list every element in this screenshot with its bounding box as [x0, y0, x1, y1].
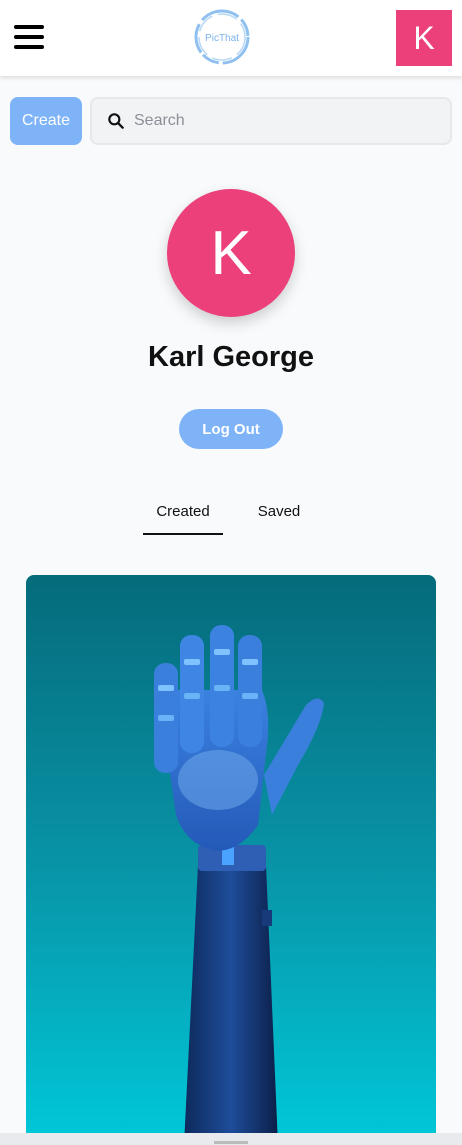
search-icon: [108, 113, 124, 129]
pin-card-robot-hand[interactable]: [26, 575, 436, 1145]
picthat-logo[interactable]: PicThat: [192, 7, 252, 67]
top-navbar: PicThat K: [0, 0, 462, 76]
tab-created[interactable]: Created: [143, 503, 223, 535]
hamburger-menu-icon[interactable]: [14, 25, 46, 51]
logout-button[interactable]: Log Out: [179, 409, 283, 449]
scroll-handle[interactable]: [214, 1141, 248, 1144]
create-button[interactable]: Create: [10, 97, 82, 145]
search-input[interactable]: [134, 112, 434, 130]
search-bar[interactable]: [90, 97, 452, 145]
profile-avatar: K: [167, 189, 295, 317]
profile-name: Karl George: [148, 341, 314, 373]
tab-saved[interactable]: Saved: [245, 503, 313, 535]
robotic-hand-image: [154, 625, 324, 1145]
profile-page: PicThat K Create K Karl George Log Out C…: [0, 0, 462, 1145]
user-avatar-button[interactable]: K: [396, 10, 452, 66]
logo-text: PicThat: [205, 33, 239, 44]
